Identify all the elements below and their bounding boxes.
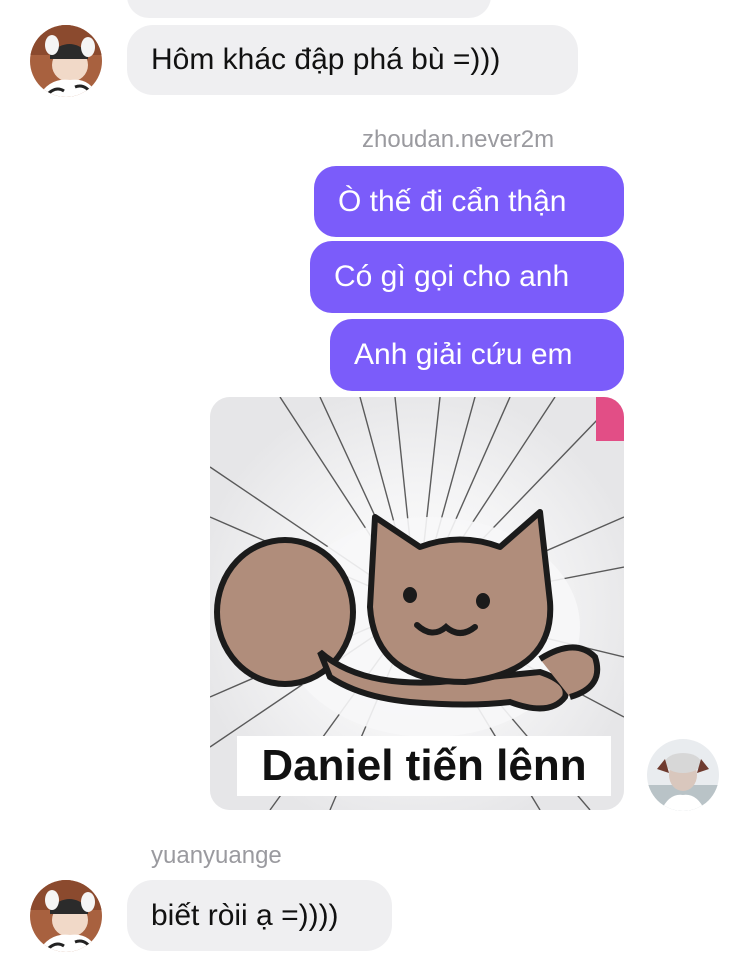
- previous-message-bubble[interactable]: [127, 0, 491, 18]
- sender-name: zhoudan.never2m: [362, 126, 555, 153]
- cat-sticker[interactable]: Daniel tiến lênn: [210, 397, 624, 810]
- message-text: biết ròii ạ =)))): [151, 898, 339, 932]
- outgoing-message-bubble[interactable]: Ò thế đi cẩn thận: [314, 166, 624, 237]
- sticker-caption: Daniel tiến lênn: [237, 736, 611, 796]
- outgoing-message-bubble[interactable]: Anh giải cứu em: [330, 319, 624, 391]
- message-text: Có gì gọi cho anh: [334, 260, 570, 293]
- message-bubble[interactable]: biết ròii ạ =)))): [127, 880, 392, 951]
- avatar-photo-icon: [647, 739, 719, 811]
- sticker-corner-mark: [596, 397, 624, 441]
- avatar-photo-icon: [30, 880, 102, 952]
- contact-avatar[interactable]: [30, 25, 102, 97]
- message-text: Ò thế đi cẩn thận: [338, 184, 567, 218]
- message-text: Hôm khác đập phá bù =))): [151, 43, 501, 76]
- message-text: Anh giải cứu em: [354, 338, 573, 371]
- sender-name: yuanyuange: [151, 842, 282, 869]
- message-bubble[interactable]: Hôm khác đập phá bù =))): [127, 25, 578, 95]
- outgoing-message-bubble[interactable]: Có gì gọi cho anh: [310, 241, 624, 313]
- contact-avatar[interactable]: [30, 880, 102, 952]
- own-avatar[interactable]: [647, 739, 719, 811]
- avatar-photo-icon: [30, 25, 102, 97]
